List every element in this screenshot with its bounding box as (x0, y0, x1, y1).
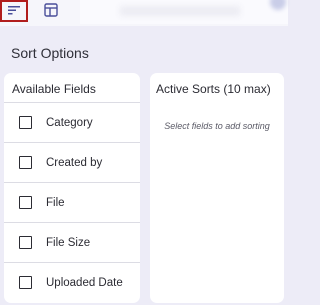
field-row-file-size[interactable]: File Size (4, 222, 140, 262)
table-icon (44, 2, 58, 22)
field-row-created-by[interactable]: Created by (4, 142, 140, 182)
checkbox[interactable] (19, 156, 32, 169)
field-row-file[interactable]: File (4, 182, 140, 222)
table-tab-button[interactable] (37, 0, 65, 24)
sort-lines-icon (7, 2, 21, 20)
field-label: File Size (46, 236, 91, 249)
active-sorts-panel: Active Sorts (10 max) Select fields to a… (150, 73, 284, 303)
blurred-avatar (270, 0, 286, 10)
blurred-toolbar-area (80, 0, 288, 24)
checkbox[interactable] (19, 116, 32, 129)
available-fields-title: Available Fields (12, 82, 96, 96)
sort-tab-button[interactable] (0, 0, 28, 22)
checkbox[interactable] (19, 236, 32, 249)
active-sorts-title: Active Sorts (10 max) (156, 82, 271, 96)
available-fields-panel: Available Fields Category Created by Fil… (4, 73, 140, 303)
field-label: Uploaded Date (46, 276, 123, 289)
available-fields-list: Category Created by File File Size Uploa… (4, 102, 140, 302)
field-label: File (46, 196, 65, 209)
field-label: Created by (46, 156, 103, 169)
checkbox[interactable] (19, 196, 32, 209)
field-row-category[interactable]: Category (4, 102, 140, 142)
field-row-uploaded-date[interactable]: Uploaded Date (4, 262, 140, 302)
blurred-content (120, 6, 240, 16)
page-title: Sort Options (11, 45, 89, 61)
empty-state-hint: Select fields to add sorting (164, 121, 270, 131)
field-label: Category (46, 116, 93, 129)
checkbox[interactable] (19, 276, 32, 289)
top-toolbar (0, 0, 288, 26)
